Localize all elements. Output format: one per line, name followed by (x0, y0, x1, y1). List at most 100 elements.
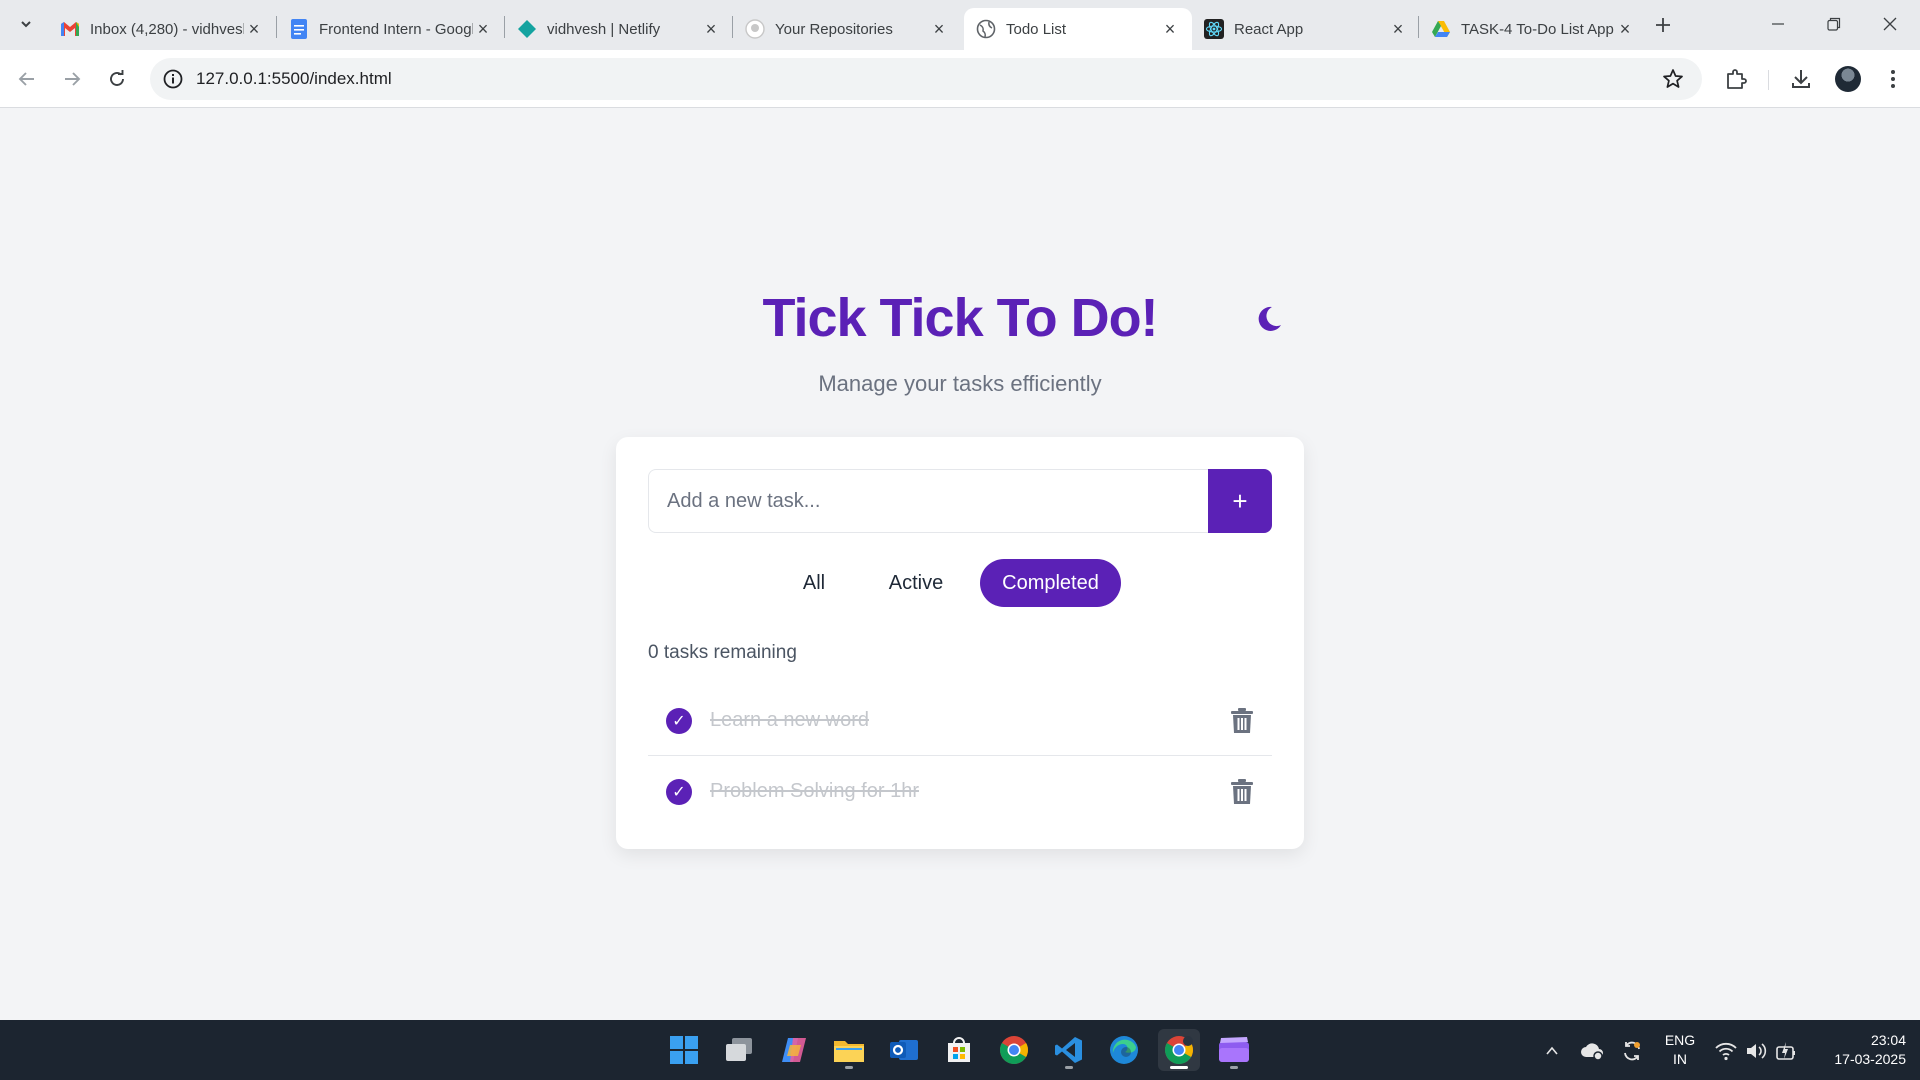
close-icon[interactable]: × (1388, 19, 1408, 39)
language-code: ENG (1664, 1032, 1696, 1048)
tab-title: Your Repositories (775, 20, 893, 38)
close-icon[interactable]: × (701, 19, 721, 39)
vs-code-button[interactable] (1048, 1029, 1090, 1071)
github-icon (745, 19, 765, 39)
new-tab-button[interactable] (1648, 12, 1678, 38)
task-complete-checkbox[interactable]: ✓ (666, 708, 692, 734)
language-indicator[interactable]: ENG IN (1660, 1031, 1700, 1069)
battery-charging-icon (1776, 1042, 1795, 1060)
chrome-button[interactable] (993, 1029, 1035, 1071)
browser-tab-todo-list[interactable]: Todo List × (964, 8, 1192, 50)
minimize-icon (1772, 23, 1784, 25)
show-hidden-icons-button[interactable] (1540, 1039, 1564, 1063)
browser-tab-gmail[interactable]: Inbox (4,280) - vidhvesh × (48, 8, 276, 50)
minimize-button[interactable] (1756, 8, 1800, 40)
microsoft-store-button[interactable] (938, 1029, 980, 1071)
clipchamp-icon (1219, 1037, 1249, 1062)
browser-tab-docs[interactable]: Frontend Intern - Google Docs × (277, 8, 505, 50)
sync-tray[interactable] (1620, 1039, 1644, 1063)
filter-all[interactable]: All (782, 559, 846, 607)
tab-search-button[interactable] (12, 10, 40, 38)
speaker-icon (1747, 1043, 1767, 1059)
filter-active[interactable]: Active (866, 559, 966, 607)
clipchamp-button[interactable] (1213, 1029, 1255, 1071)
active-indicator (1170, 1066, 1188, 1069)
chrome-icon (1165, 1036, 1193, 1064)
trash-icon[interactable] (1230, 708, 1254, 734)
windows-taskbar: ENG IN 23:04 17-03-2025 (0, 1020, 1920, 1080)
extensions-button[interactable] (1723, 66, 1749, 92)
address-bar[interactable]: 127.0.0.1:5500/index.html (150, 58, 1702, 100)
task-item: ✓ Problem Solving for 1hr (648, 757, 1272, 827)
network-tray[interactable] (1714, 1039, 1738, 1063)
file-explorer-button[interactable] (828, 1029, 870, 1071)
edge-icon (1110, 1036, 1138, 1064)
plus-icon (1656, 18, 1670, 32)
wifi-icon (1715, 1042, 1737, 1061)
gmail-icon (60, 19, 80, 39)
browser-tab-react-app[interactable]: React App × (1192, 8, 1420, 50)
arrow-left-icon (18, 72, 34, 86)
clock[interactable]: 23:04 17-03-2025 (1810, 1031, 1906, 1069)
globe-icon (976, 19, 996, 39)
add-task-button[interactable]: + (1208, 469, 1272, 533)
moon-icon[interactable] (1252, 303, 1284, 335)
cloud-icon (1581, 1043, 1603, 1061)
volume-tray[interactable] (1744, 1039, 1768, 1063)
todo-card: + All Active Completed 0 tasks remaining… (616, 437, 1304, 849)
edge-button[interactable] (1103, 1029, 1145, 1071)
address-url[interactable]: 127.0.0.1:5500/index.html (196, 69, 392, 89)
close-icon[interactable]: × (1615, 19, 1635, 39)
back-button[interactable] (12, 64, 42, 94)
task-text: Problem Solving for 1hr (710, 780, 919, 802)
close-window-button[interactable] (1868, 8, 1912, 40)
forward-button[interactable] (57, 64, 87, 94)
trash-icon[interactable] (1230, 779, 1254, 805)
new-task-input[interactable] (648, 469, 1210, 533)
chevron-up-icon (1546, 1046, 1558, 1055)
close-icon[interactable]: × (473, 19, 493, 39)
running-indicator (1230, 1066, 1238, 1069)
clock-time: 23:04 (1870, 1032, 1906, 1048)
tab-title: Inbox (4,280) - vidhvesh (90, 20, 244, 38)
browser-tab-github[interactable]: Your Repositories × (733, 8, 961, 50)
chrome-profile-button[interactable] (1158, 1029, 1200, 1071)
task-view-button[interactable] (718, 1029, 760, 1071)
task-view-icon (726, 1038, 752, 1061)
web-page: Tick Tick To Do! Manage your tasks effic… (0, 109, 1920, 1020)
filter-completed[interactable]: Completed (980, 559, 1121, 607)
info-icon[interactable] (162, 68, 184, 90)
browser-tabstrip: Inbox (4,280) - vidhvesh × Frontend Inte… (0, 0, 1920, 50)
outlook-icon (890, 1040, 918, 1060)
browser-tab-netlify[interactable]: vidhvesh | Netlify × (505, 8, 733, 50)
task-text: Learn a new word (710, 709, 869, 731)
restore-icon (1827, 17, 1841, 31)
react-icon (1204, 19, 1224, 39)
tab-title: TASK-4 To-Do List App (1461, 20, 1614, 38)
profile-avatar[interactable] (1835, 66, 1861, 92)
outlook-button[interactable] (883, 1029, 925, 1071)
tab-title: vidhvesh | Netlify (547, 20, 661, 38)
arrow-right-icon (65, 72, 81, 86)
reload-button[interactable] (102, 64, 132, 94)
task-complete-checkbox[interactable]: ✓ (666, 779, 692, 805)
restore-button[interactable] (1812, 8, 1856, 40)
close-icon[interactable]: × (929, 19, 949, 39)
browser-menu-button[interactable] (1880, 66, 1906, 92)
page-title: Tick Tick To Do! (762, 288, 1158, 348)
task-item: ✓ Learn a new word (648, 686, 1272, 756)
browser-tab-drive[interactable]: TASK-4 To-Do List App × (1419, 8, 1647, 50)
close-icon[interactable]: × (1160, 19, 1180, 39)
tab-title: Todo List (1006, 20, 1067, 38)
copilot-button[interactable] (773, 1029, 815, 1071)
running-indicator (1065, 1066, 1073, 1069)
sync-icon (1624, 1041, 1640, 1061)
close-icon[interactable]: × (244, 19, 264, 39)
battery-tray[interactable] (1774, 1039, 1798, 1063)
tab-title: Frontend Intern - Google Docs (319, 20, 473, 38)
downloads-button[interactable] (1788, 66, 1814, 92)
bookmark-star-icon[interactable] (1662, 68, 1684, 90)
start-button[interactable] (663, 1029, 705, 1071)
onedrive-tray[interactable] (1580, 1039, 1604, 1063)
drive-icon (1431, 19, 1451, 39)
